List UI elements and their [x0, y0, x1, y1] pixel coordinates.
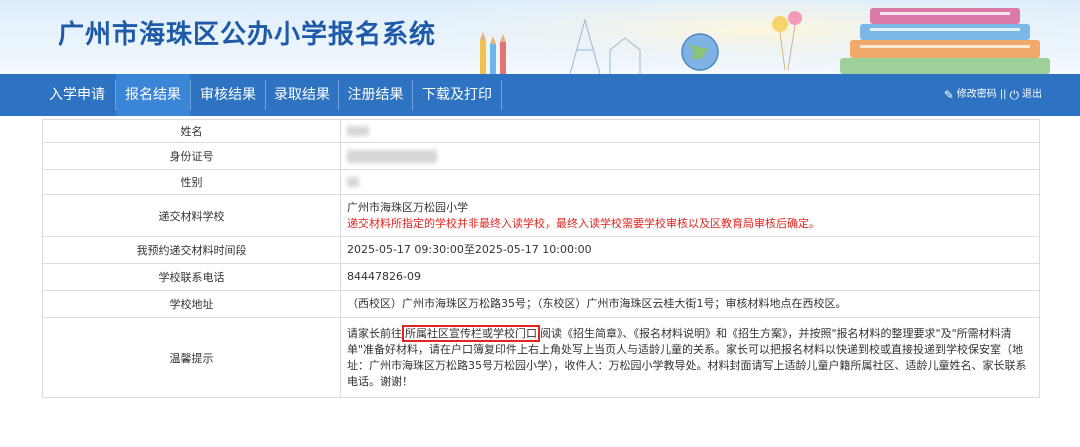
gender-value	[340, 169, 1040, 195]
book-stack-illustration	[840, 8, 1050, 74]
table-row: 温馨提示 请家长前往 所属社区宣传栏或学校门口 阅读《招生简章》、《报名材料说明》和…	[42, 317, 1040, 398]
pencil-illustration	[480, 32, 506, 74]
change-password-link[interactable]: 修改密码	[957, 74, 997, 116]
appointment-time-value: 2025-05-17 09:30:00至2025-05-17 10:00:00	[340, 236, 1040, 264]
nav-item-download-print[interactable]: 下载及打印	[413, 74, 501, 116]
tips-text-pre: 请家长前往	[347, 326, 402, 340]
main-nav: 入学申请 报名结果 审核结果 录取结果 注册结果 下载及打印 ✎ 修改密码 ||…	[0, 74, 1080, 116]
pencil-icon: ✎	[943, 88, 954, 102]
power-icon: ⏻	[1009, 88, 1020, 102]
row-label: 身份证号	[42, 142, 341, 170]
table-row: 学校地址 （西校区）广州市海珠区万松路35号；（东校区）广州市海珠区云桂大街1号…	[42, 290, 1040, 318]
balloon-illustration	[772, 16, 788, 32]
nav-item-admission-result[interactable]: 录取结果	[266, 74, 338, 116]
registration-info-table: 姓名 身份证号 性别 递交材料学校 广州市海珠区万松园小学 递交材料所指定的学校…	[42, 119, 1040, 398]
student-name-value	[340, 119, 1040, 143]
site-title: 广州市海珠区公办小学报名系统	[58, 20, 437, 50]
table-row: 身份证号	[42, 142, 1040, 170]
account-actions: ✎ 修改密码 || ⏻ 退出	[944, 74, 1042, 116]
id-number-value	[340, 142, 1040, 170]
banner-decoration	[440, 0, 1080, 74]
header-banner: 广州市海珠区公办小学报名系统	[0, 0, 1080, 74]
row-label: 学校联系电话	[42, 263, 341, 291]
table-row: 姓名	[42, 119, 1040, 143]
table-row: 递交材料学校 广州市海珠区万松园小学 递交材料所指定的学校并非最终入读学校，最终…	[42, 194, 1040, 237]
school-warning-note: 递交材料所指定的学校并非最终入读学校，最终入读学校需要学校审核以及区教育局审核后…	[347, 216, 820, 230]
nav-divider	[501, 80, 502, 110]
school-phone-value: 84447826-09	[340, 263, 1040, 291]
row-label: 我预约递交材料时间段	[42, 236, 341, 264]
nav-item-review-result[interactable]: 审核结果	[191, 74, 265, 116]
table-row: 学校联系电话 84447826-09	[42, 263, 1040, 291]
table-row: 我预约递交材料时间段 2025-05-17 09:30:00至2025-05-1…	[42, 236, 1040, 264]
row-label: 学校地址	[42, 290, 341, 318]
tips-value: 请家长前往 所属社区宣传栏或学校门口 阅读《招生简章》、《报名材料说明》和《招生方案…	[340, 317, 1040, 398]
row-label: 递交材料学校	[42, 194, 341, 237]
nav-item-registration-result[interactable]: 报名结果	[116, 74, 190, 116]
tips-highlight: 所属社区宣传栏或学校门口	[402, 324, 540, 342]
row-label: 性别	[42, 169, 341, 195]
separator: ||	[999, 89, 1007, 100]
logout-link[interactable]: 退出	[1022, 74, 1042, 116]
table-row: 性别	[42, 169, 1040, 195]
nav-item-application[interactable]: 入学申请	[39, 74, 115, 116]
school-address-value: （西校区）广州市海珠区万松路35号；（东校区）广州市海珠区云桂大街1号；审核材料…	[340, 290, 1040, 318]
school-value: 广州市海珠区万松园小学	[347, 200, 468, 214]
row-label: 温馨提示	[42, 317, 341, 398]
row-label: 姓名	[42, 119, 341, 143]
nav-item-enrollment-result[interactable]: 注册结果	[339, 74, 412, 116]
